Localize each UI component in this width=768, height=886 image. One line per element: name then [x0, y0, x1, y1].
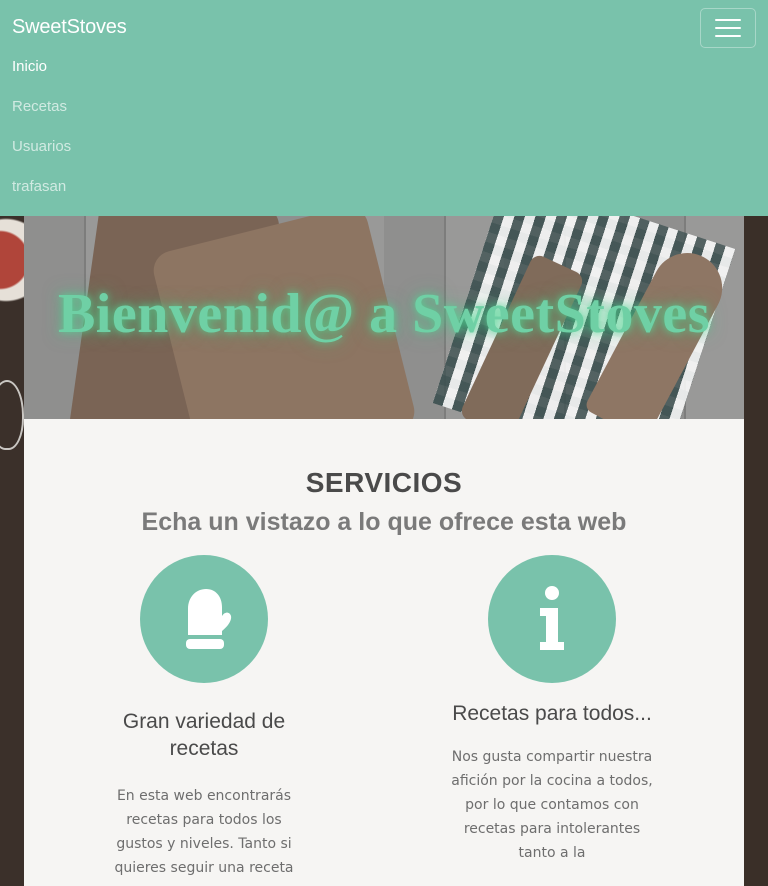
nav-link-user[interactable]: trafasan: [12, 176, 71, 216]
feature-title: Recetas para todos...: [452, 702, 652, 725]
section-title: SERVICIOS: [305, 467, 463, 498]
feature-icon-circle: [488, 555, 616, 683]
feature-card: Gran variedad de recetas En esta web enc…: [114, 555, 294, 880]
info-icon: [540, 586, 564, 650]
navbar-toggle-button[interactable]: [700, 8, 756, 48]
feature-icon-circle: [140, 555, 268, 683]
navbar: SweetStoves Inicio Recetas Usuarios traf…: [0, 0, 768, 216]
section-subtitle: Echa un vistazo a lo que ofrece esta web: [141, 508, 627, 536]
oven-mitt-icon: [186, 589, 232, 649]
nav-menu: Inicio Recetas Usuarios trafasan: [12, 56, 71, 216]
feature-card: Recetas para todos... Nos gusta comparti…: [449, 555, 655, 865]
services-section: SERVICIOS Echa un vistazo a lo que ofrec…: [24, 419, 744, 886]
hero-title: Bienvenid@ a SweetStoves: [57, 283, 711, 345]
feature-text: En esta web encontrarás recetas para tod…: [114, 788, 294, 876]
nav-link-usuarios[interactable]: Usuarios: [12, 136, 71, 176]
nav-link-recetas[interactable]: Recetas: [12, 96, 71, 136]
feature-title: Gran variedad de recetas: [122, 710, 286, 760]
feature-text: Nos gusta compartir nuestra afición por …: [451, 749, 653, 861]
whisk-decoration: [0, 380, 24, 450]
nav-link-inicio[interactable]: Inicio: [12, 56, 71, 96]
brand-link[interactable]: SweetStoves: [12, 16, 127, 39]
hero-banner: Bienvenid@ a SweetStoves: [24, 216, 744, 419]
hamburger-menu-icon: [715, 19, 741, 21]
